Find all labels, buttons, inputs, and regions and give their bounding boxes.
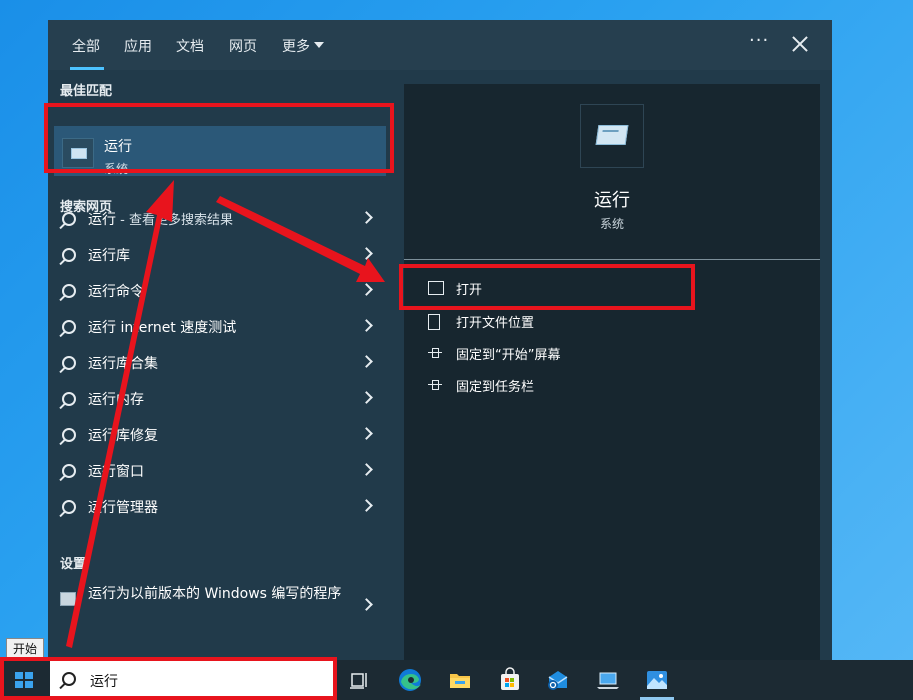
annotation-arrows <box>66 180 385 648</box>
annotation-arrow-up <box>66 180 174 648</box>
annotation-arrow-right <box>216 196 385 282</box>
